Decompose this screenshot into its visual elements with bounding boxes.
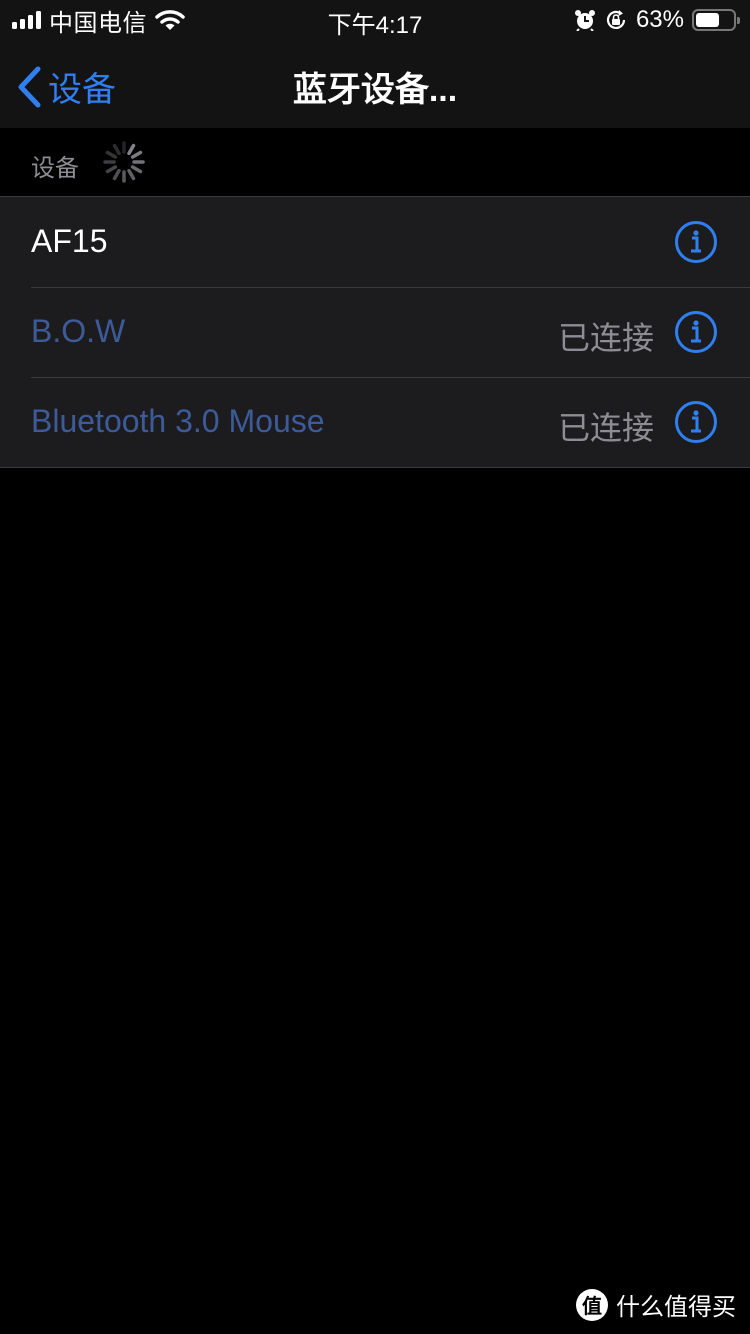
spinner-spoke xyxy=(112,168,121,181)
spinner-spoke xyxy=(127,168,136,181)
device-row[interactable]: B.O.W 已连接 xyxy=(0,287,750,377)
watermark-logo: 值 xyxy=(576,1288,608,1321)
spinner-spoke xyxy=(112,143,121,156)
info-icon[interactable] xyxy=(674,400,718,444)
spinner-spoke xyxy=(105,165,118,174)
info-icon[interactable] xyxy=(674,220,718,264)
watermark-text: 什么值得买 xyxy=(616,1294,736,1321)
device-name: Bluetooth 3.0 Mouse xyxy=(31,403,325,439)
battery-percent: 63% xyxy=(635,6,684,33)
spinner-spoke xyxy=(105,150,118,159)
battery-icon xyxy=(692,9,740,31)
section-label: 设备 xyxy=(31,155,79,182)
device-row[interactable]: Bluetooth 3.0 Mouse 已连接 xyxy=(0,377,750,467)
device-name: AF15 xyxy=(31,223,108,259)
watermark: 值 什么值得买 xyxy=(576,1287,736,1322)
device-status: 已连接 xyxy=(557,410,654,446)
spinner-spoke xyxy=(127,143,136,156)
alarm-icon xyxy=(574,10,595,31)
device-status: 已连接 xyxy=(557,320,654,356)
info-icon[interactable] xyxy=(674,310,718,354)
spinner-spoke xyxy=(130,165,143,174)
page-title: 蓝牙设备... xyxy=(292,71,458,109)
device-list: AF15 B.O.W 已连接 Bluetooth 3.0 Mouse 已连接 xyxy=(0,196,750,468)
loading-spinner-icon xyxy=(103,141,145,183)
spinner-spoke xyxy=(130,150,143,159)
navigation-bar: 设备 蓝牙设备... xyxy=(0,40,750,128)
device-row[interactable]: AF15 xyxy=(0,197,750,287)
status-bar: 中国电信 下午4:17 63% xyxy=(0,0,750,40)
rotation-lock-icon xyxy=(606,10,626,29)
battery-level xyxy=(696,13,719,27)
device-name: B.O.W xyxy=(31,313,126,349)
